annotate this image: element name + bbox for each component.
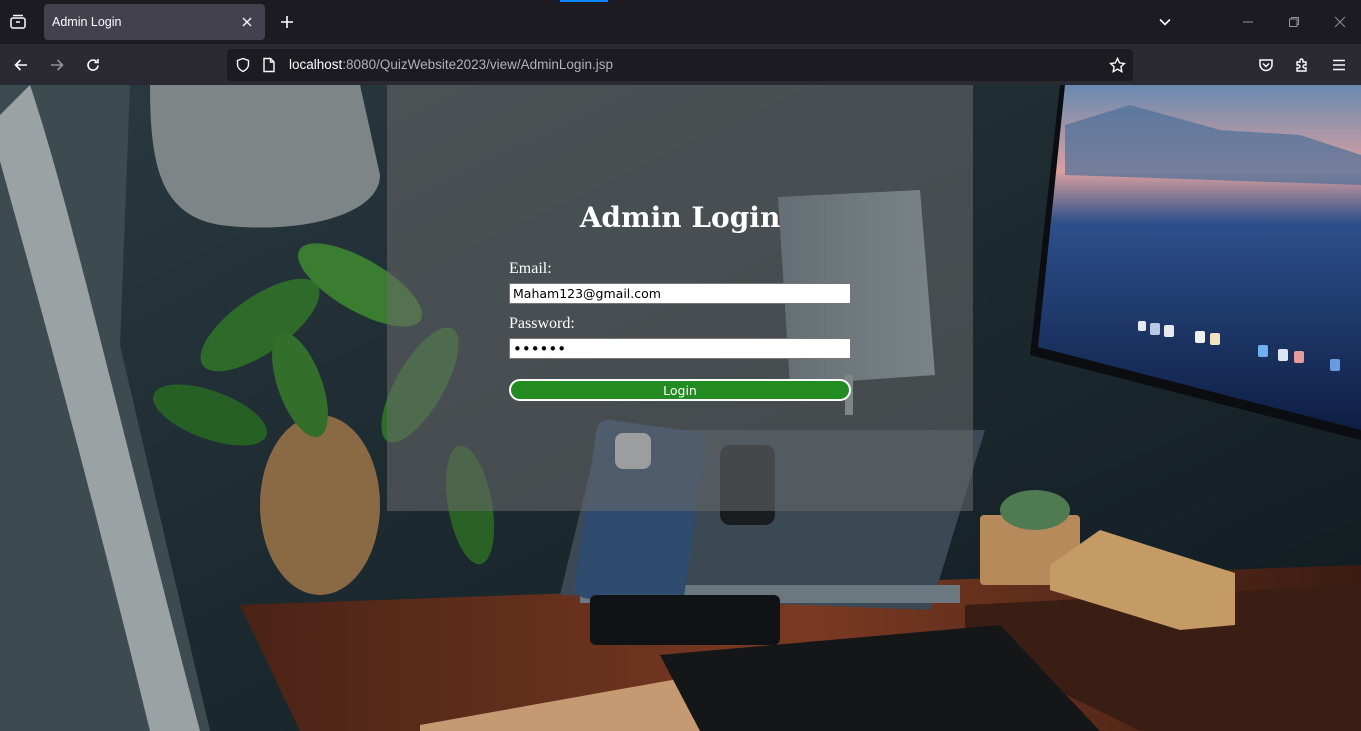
login-panel: Admin Login Email: Password: Login — [387, 85, 973, 511]
url-text[interactable]: localhost:8080/QuizWebsite2023/view/Admi… — [289, 57, 613, 72]
plus-icon[interactable] — [273, 8, 301, 36]
page-icon[interactable] — [259, 55, 279, 75]
url-bar[interactable]: localhost:8080/QuizWebsite2023/view/Admi… — [227, 49, 1133, 81]
minimize-icon[interactable] — [1234, 8, 1262, 36]
url-host: localhost — [289, 57, 343, 72]
tab-bar: Admin Login — [0, 0, 1361, 44]
extensions-icon[interactable] — [1287, 50, 1317, 80]
navigation-toolbar: localhost:8080/QuizWebsite2023/view/Admi… — [0, 44, 1361, 85]
page-title: Admin Login — [579, 201, 781, 234]
password-label: Password: — [509, 315, 575, 332]
login-button[interactable]: Login — [509, 379, 851, 401]
tab-title: Admin Login — [52, 15, 122, 29]
tab-list-icon[interactable] — [4, 8, 32, 36]
shield-icon[interactable] — [233, 55, 253, 75]
email-label: Email: — [509, 260, 552, 277]
reload-icon[interactable] — [78, 50, 108, 80]
pocket-icon[interactable] — [1251, 50, 1281, 80]
back-icon[interactable] — [6, 50, 36, 80]
forward-icon[interactable] — [42, 50, 72, 80]
close-window-icon[interactable] — [1326, 8, 1354, 36]
restore-icon[interactable] — [1280, 8, 1308, 36]
tab-drag-indicator — [560, 0, 608, 2]
menu-icon[interactable] — [1324, 50, 1354, 80]
url-path: :8080/QuizWebsite2023/view/AdminLogin.js… — [342, 57, 613, 72]
close-icon[interactable] — [237, 12, 257, 32]
star-icon[interactable] — [1107, 55, 1127, 75]
email-field[interactable] — [509, 283, 851, 304]
chevron-down-icon[interactable] — [1151, 8, 1179, 36]
page-viewport: Admin Login Email: Password: Login — [0, 85, 1361, 731]
password-field[interactable] — [509, 338, 851, 359]
tab-admin-login[interactable]: Admin Login — [44, 4, 265, 40]
